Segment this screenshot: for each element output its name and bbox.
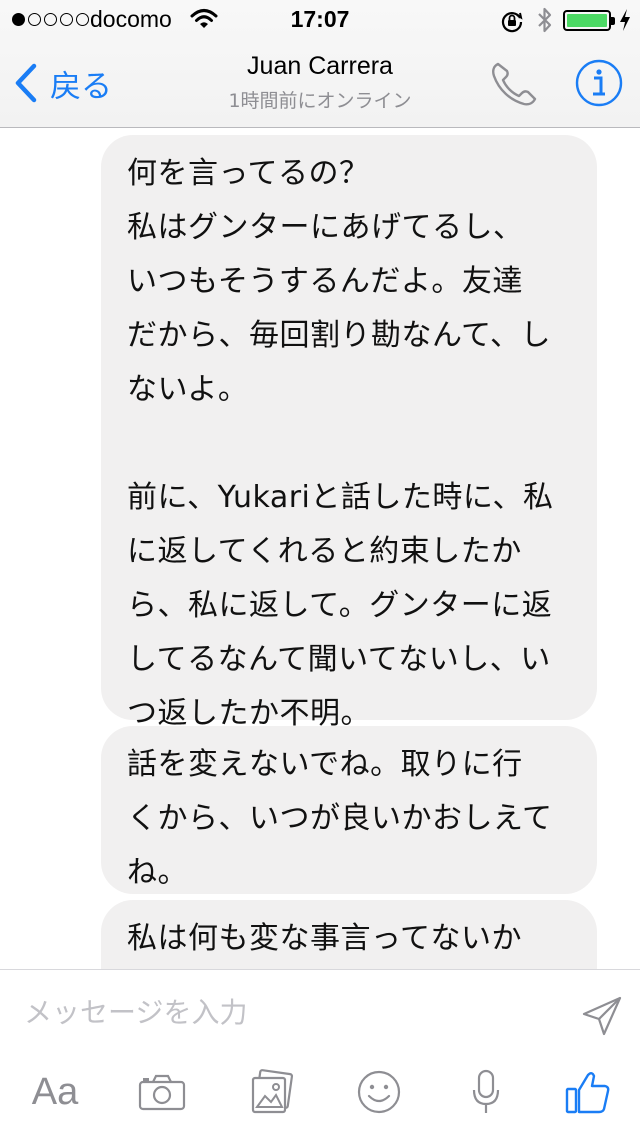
emoji-icon (357, 1070, 401, 1114)
incoming-message-bubble[interactable]: 話を変えないでね。取りに行 くから、いつが良いかおしえて ね。 (101, 726, 597, 894)
signal-dot (60, 13, 73, 26)
like-icon (565, 1072, 610, 1114)
microphone-icon (472, 1069, 500, 1113)
bluetooth-icon (538, 7, 552, 33)
camera-button[interactable] (134, 1062, 190, 1122)
photo-gallery-icon (251, 1069, 294, 1114)
send-icon (582, 996, 622, 1036)
battery-icon (563, 10, 615, 31)
charging-icon (620, 9, 630, 31)
signal-dot (76, 13, 89, 26)
online-status: 1時間前にオンライン (228, 90, 412, 112)
camera-icon (138, 1074, 186, 1111)
rotation-lock-icon (501, 12, 523, 33)
contact-name[interactable]: Juan Carrera (0, 52, 640, 81)
photo-gallery-button[interactable] (244, 1062, 300, 1122)
text-format-icon: Aa (31, 1070, 79, 1113)
info-icon (575, 59, 623, 107)
message-input[interactable] (24, 984, 564, 1040)
signal-dot (44, 13, 57, 26)
battery-level (567, 14, 607, 27)
signal-dot (12, 13, 25, 26)
composer-bar: Aa (0, 969, 640, 1136)
emoji-button[interactable] (352, 1062, 406, 1122)
signal-dot (28, 13, 41, 26)
info-button[interactable] (574, 58, 624, 108)
signal-strength-indicator (12, 13, 89, 26)
status-bar: docomo 17:07 (0, 0, 640, 40)
like-button[interactable] (560, 1062, 616, 1122)
top-bar: docomo 17:07 戻る Juan Carrera 1時間前にオンライン (0, 0, 640, 128)
send-button[interactable] (580, 994, 624, 1038)
call-button[interactable] (486, 58, 542, 110)
text-format-button[interactable]: Aa (26, 1062, 84, 1122)
battery-cap (611, 17, 615, 25)
voice-record-button[interactable] (462, 1062, 510, 1122)
phone-icon (492, 62, 537, 106)
wifi-icon (190, 9, 218, 28)
message-thread[interactable]: 何を言ってるの？ 私はグンターにあげてるし、 いつもそうするんだよ。友達 だから… (0, 129, 640, 969)
composer-toolbar: Aa (0, 1062, 640, 1126)
incoming-message-bubble[interactable]: 何を言ってるの？ 私はグンターにあげてるし、 いつもそうするんだよ。友達 だから… (101, 135, 597, 731)
incoming-message-bubble[interactable]: 私は何も変な事言ってないか ら。前に話した時に約束したじ (101, 900, 597, 969)
carrier-name: docomo (90, 6, 172, 32)
